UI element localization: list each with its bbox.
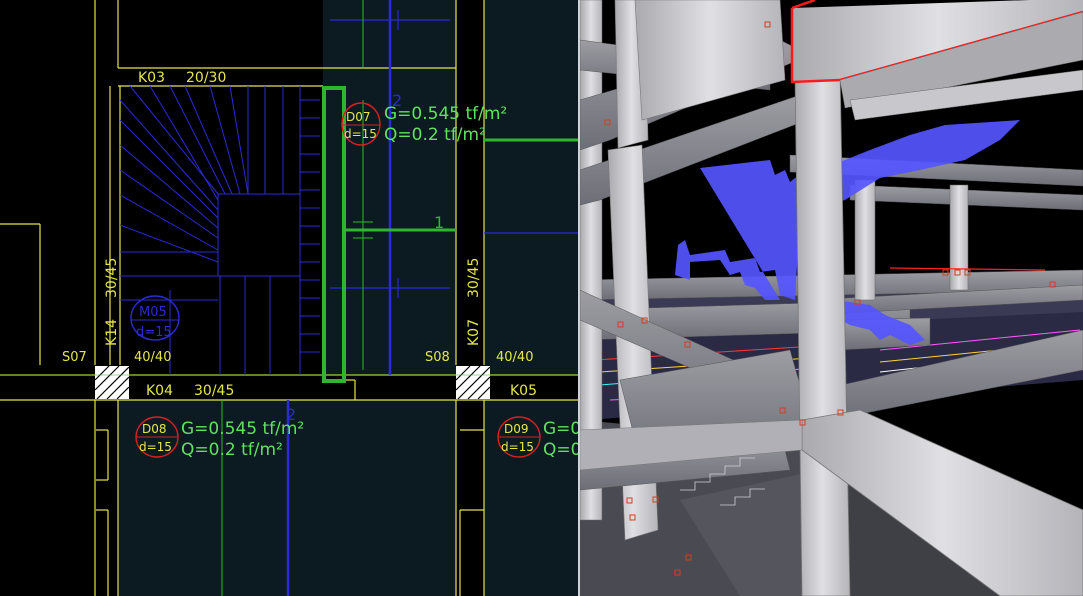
column-s08[interactable] [455,365,491,400]
slab-d08-dead-load: G=0.545 tf/m² [181,419,304,439]
slab-d07-thickness: d=15 [344,127,377,141]
column-s07[interactable] [94,365,130,400]
column-center[interactable] [794,69,851,596]
slab-m05-name: M05 [139,305,167,320]
slab-d09-live-load: Q=0 [543,440,580,460]
slab-d09-name: D09 [504,422,529,436]
column-s07-size: 40/40 [134,350,171,365]
3d-model-view[interactable] [580,0,1083,596]
beam-k14-size: 30/45 [104,258,120,298]
slab-d08-live-load: Q=0.2 tf/m² [181,440,283,460]
marker-one: 1 [434,213,444,232]
column-s08-label: S08 [425,350,450,365]
column-s08-size: 40/40 [496,350,533,365]
slab-tag-d09[interactable]: D09 d=15 [497,416,541,458]
slab-m05-thickness: d=15 [136,325,172,340]
slab-d07-dead-load: G=0.545 tf/m² [384,104,507,124]
beam-k05-label[interactable]: K05 [510,383,537,399]
slab-d09-dead-load: G=0 [543,419,580,439]
beam-k03-label[interactable]: K03 [138,70,165,86]
slab-d07-live-load: Q=0.2 tf/m² [384,125,486,145]
slab-tag-d08[interactable]: D08 d=15 [135,416,179,458]
slab-d08-thickness: d=15 [139,440,172,454]
slab-area-right [484,0,580,375]
slab-d08-name: D08 [142,422,167,436]
beam-k03-size: 20/30 [186,70,226,86]
plan-view[interactable]: 1 2 2 K03 20/30 K04 30/45 K05 30/45 K14 … [0,0,580,596]
slab-d09-thickness: d=15 [501,440,534,454]
beam-k04-size: 30/45 [194,383,234,399]
beam-k04-label[interactable]: K04 [146,383,173,399]
column-s07-label: S07 [62,350,87,365]
slab-d07-name: D07 [346,110,371,124]
beam-k07-label[interactable]: K07 [466,319,482,346]
beam-k07-size: 30/45 [466,258,482,298]
beam-k14-label[interactable]: K14 [104,319,120,346]
